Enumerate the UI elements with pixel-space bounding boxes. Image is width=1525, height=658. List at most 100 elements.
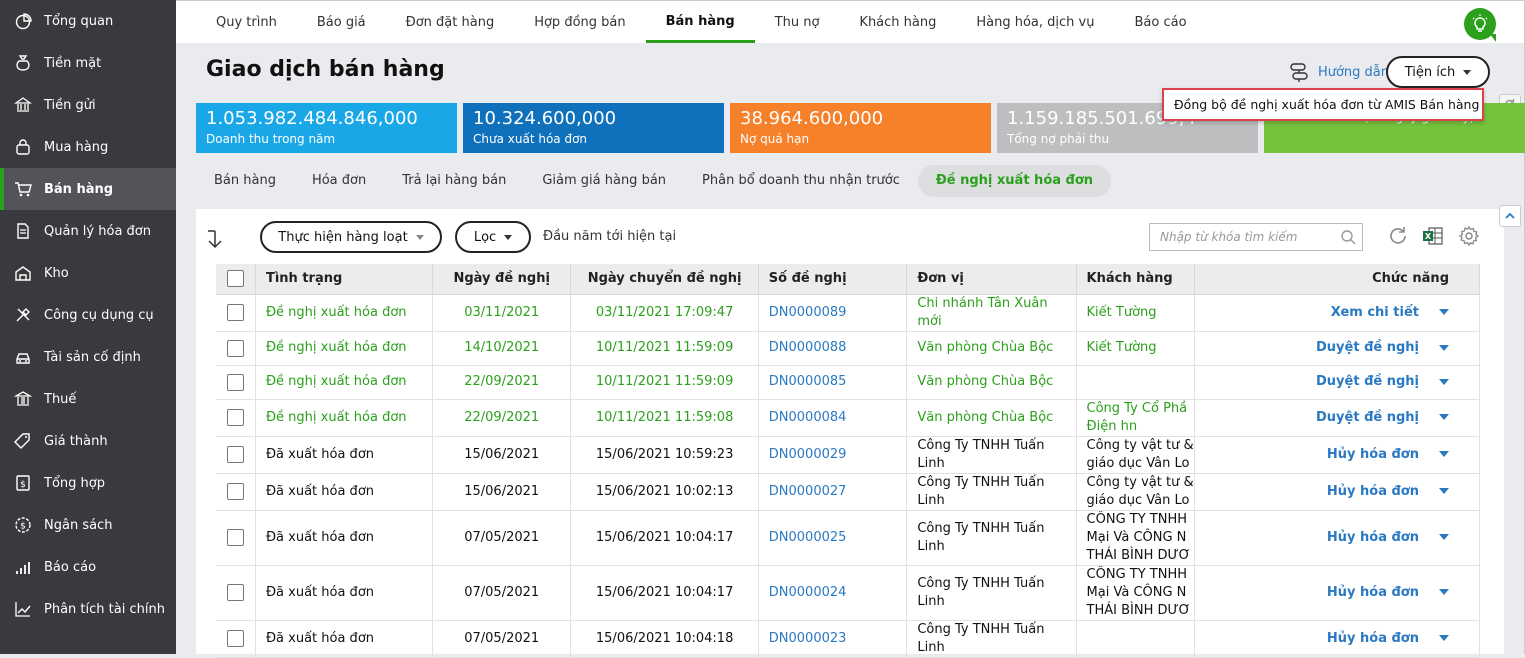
col-transfer-date[interactable]: Ngày chuyển đề nghị xyxy=(570,264,759,295)
chevron-down-icon[interactable] xyxy=(1439,451,1449,457)
sidebar-item-8[interactable]: Công cụ dụng cụ xyxy=(0,294,176,336)
row-checkbox[interactable] xyxy=(226,304,244,321)
cell-actions: Hủy hóa đơn xyxy=(1194,473,1481,511)
table-row[interactable]: Đề nghị xuất hóa đơn 14/10/2021 10/11/2021… xyxy=(216,331,1481,366)
row-action-link[interactable]: Hủy hóa đơn xyxy=(1327,585,1419,600)
table-row[interactable]: Đã xuất hóa đơn 07/05/2021 15/06/2021 10:0… xyxy=(216,620,1481,658)
chevron-down-icon[interactable] xyxy=(1439,309,1449,315)
row-checkbox[interactable] xyxy=(226,483,244,500)
sidebar-item-6[interactable]: Quản lý hóa đơn xyxy=(0,210,176,252)
table-row[interactable]: Đã xuất hóa đơn 07/05/2021 15/06/2021 10:0… xyxy=(216,510,1481,566)
col-date[interactable]: Ngày đề nghị xyxy=(432,264,572,295)
summary-card-1[interactable]: 1.053.982.484.846,000 Doanh thu trong năm xyxy=(196,103,457,153)
sidebar-item-3[interactable]: Tiền gửi xyxy=(0,84,176,126)
row-action-link[interactable]: Xem chi tiết xyxy=(1331,305,1419,320)
cell-number-link[interactable]: DN0000088 xyxy=(758,331,908,366)
cell-number-link[interactable]: DN0000023 xyxy=(758,620,908,658)
topnav-tab-1[interactable]: Quy trình xyxy=(196,1,297,43)
cell-number-link[interactable]: DN0000089 xyxy=(758,294,908,332)
sidebar-item-1[interactable]: Tổng quan xyxy=(0,0,176,42)
row-checkbox[interactable] xyxy=(226,409,244,426)
row-checkbox[interactable] xyxy=(226,630,244,647)
summary-card-3[interactable]: 38.964.600,000 Nợ quá hạn xyxy=(730,103,991,153)
cell-number-link[interactable]: DN0000027 xyxy=(758,473,908,511)
sort-icon[interactable] xyxy=(206,229,224,253)
sidebar-item-14[interactable]: Báo cáo xyxy=(0,546,176,588)
sidebar-item-11[interactable]: Giá thành xyxy=(0,420,176,462)
sidebar-item-2[interactable]: Tiền mặt xyxy=(0,42,176,84)
row-checkbox[interactable] xyxy=(226,446,244,463)
subtab-1[interactable]: Bán hàng xyxy=(196,165,294,197)
col-customer[interactable]: Khách hàng xyxy=(1076,264,1195,295)
reload-icon[interactable] xyxy=(1387,225,1409,247)
topnav-tab-9[interactable]: Báo cáo xyxy=(1114,1,1206,43)
sidebar-item-5[interactable]: Bán hàng xyxy=(0,168,176,210)
subtab-6[interactable]: Đề nghị xuất hóa đơn xyxy=(917,165,1112,197)
topnav-tab-6[interactable]: Thu nợ xyxy=(755,1,840,43)
utility-button[interactable]: Tiện ích xyxy=(1386,56,1490,88)
topnav-tab-3[interactable]: Đơn đặt hàng xyxy=(386,1,515,43)
guide-link[interactable]: Hướng dẫn xyxy=(1288,61,1389,83)
search-input[interactable]: Nhập từ khóa tìm kiếm xyxy=(1149,223,1363,251)
row-action-link[interactable]: Hủy hóa đơn xyxy=(1327,484,1419,499)
excel-icon[interactable]: X xyxy=(1422,225,1444,247)
filter-button[interactable]: Lọc xyxy=(455,221,531,253)
cell-number-link[interactable]: DN0000085 xyxy=(758,365,908,400)
content: Giao dịch bán hàng Hướng dẫn Tiện ích 1.… xyxy=(176,43,1525,658)
row-action-link[interactable]: Duyệt đề nghị xyxy=(1316,374,1419,389)
row-checkbox[interactable] xyxy=(226,529,244,546)
sync-tooltip[interactable]: Đồng bộ đề nghị xuất hóa đơn từ AMIS Bán… xyxy=(1162,88,1484,121)
scroll-up-icon[interactable] xyxy=(1499,205,1521,227)
cell-unit: Chi nhánh Tân Xuân mới xyxy=(906,294,1077,332)
topnav-tab-5[interactable]: Bán hàng xyxy=(645,1,755,43)
col-number[interactable]: Số đề nghị xyxy=(758,264,908,295)
subtab-2[interactable]: Hóa đơn xyxy=(294,165,384,197)
subtab-3[interactable]: Trả lại hàng bán xyxy=(384,165,524,197)
row-action-link[interactable]: Hủy hóa đơn xyxy=(1327,631,1419,646)
table-row[interactable]: Đã xuất hóa đơn 15/06/2021 15/06/2021 10:0… xyxy=(216,473,1481,511)
topnav-tab-2[interactable]: Báo giá xyxy=(297,1,386,43)
cell-number-link[interactable]: DN0000025 xyxy=(758,510,908,566)
chevron-down-icon[interactable] xyxy=(1439,414,1449,420)
chevron-down-icon[interactable] xyxy=(1439,344,1449,351)
cell-number-link[interactable]: DN0000084 xyxy=(758,399,908,437)
chevron-down-icon[interactable] xyxy=(1439,488,1449,494)
sidebar-item-13[interactable]: $ Ngân sách xyxy=(0,504,176,546)
table-row[interactable]: Đề nghị xuất hóa đơn 03/11/2021 03/11/2021… xyxy=(216,294,1481,332)
table-row[interactable]: Đã xuất hóa đơn 07/05/2021 15/06/2021 10:0… xyxy=(216,565,1481,621)
row-action-link[interactable]: Duyệt đề nghị xyxy=(1316,340,1419,355)
row-action-link[interactable]: Duyệt đề nghị xyxy=(1316,410,1419,425)
chevron-down-icon[interactable] xyxy=(1439,635,1449,641)
table-row[interactable]: Đề nghị xuất hóa đơn 22/09/2021 10/11/2021… xyxy=(216,365,1481,400)
sidebar-item-4[interactable]: Mua hàng xyxy=(0,126,176,168)
col-unit[interactable]: Đơn vị xyxy=(906,264,1077,295)
topnav-tab-7[interactable]: Khách hàng xyxy=(839,1,956,43)
topnav-tab-4[interactable]: Hợp đồng bán xyxy=(514,1,645,43)
subtab-5[interactable]: Phân bổ doanh thu nhận trước xyxy=(684,165,918,197)
chevron-down-icon[interactable] xyxy=(1439,534,1449,540)
subtab-4[interactable]: Giảm giá hàng bán xyxy=(524,165,684,197)
row-checkbox[interactable] xyxy=(226,373,244,391)
row-checkbox[interactable] xyxy=(226,339,244,357)
sidebar-item-7[interactable]: Kho xyxy=(0,252,176,294)
col-status[interactable]: Tình trạng xyxy=(255,264,433,295)
bulk-action-button[interactable]: Thực hiện hàng loạt xyxy=(260,221,442,253)
cell-number-link[interactable]: DN0000024 xyxy=(758,565,908,621)
search-icon[interactable] xyxy=(1340,229,1356,245)
sidebar-item-9[interactable]: Tài sản cố định xyxy=(0,336,176,378)
select-all-checkbox[interactable] xyxy=(226,270,244,288)
sidebar-item-12[interactable]: $ Tổng hợp xyxy=(0,462,176,504)
sidebar-item-10[interactable]: Thuế xyxy=(0,378,176,420)
topnav-tab-8[interactable]: Hàng hóa, dịch vụ xyxy=(956,1,1114,43)
table-row[interactable]: Đề nghị xuất hóa đơn 22/09/2021 10/11/2021… xyxy=(216,399,1481,437)
gear-icon[interactable] xyxy=(1458,225,1480,247)
row-action-link[interactable]: Hủy hóa đơn xyxy=(1327,530,1419,545)
chevron-down-icon[interactable] xyxy=(1439,378,1449,385)
sidebar-item-15[interactable]: Phân tích tài chính xyxy=(0,588,176,630)
row-checkbox[interactable] xyxy=(226,584,244,601)
summary-card-2[interactable]: 10.324.600,000 Chưa xuất hóa đơn xyxy=(463,103,724,153)
row-action-link[interactable]: Hủy hóa đơn xyxy=(1327,447,1419,462)
chevron-down-icon[interactable] xyxy=(1439,589,1449,595)
table-row[interactable]: Đã xuất hóa đơn 15/06/2021 15/06/2021 10:5… xyxy=(216,436,1481,474)
cell-number-link[interactable]: DN0000029 xyxy=(758,436,908,474)
